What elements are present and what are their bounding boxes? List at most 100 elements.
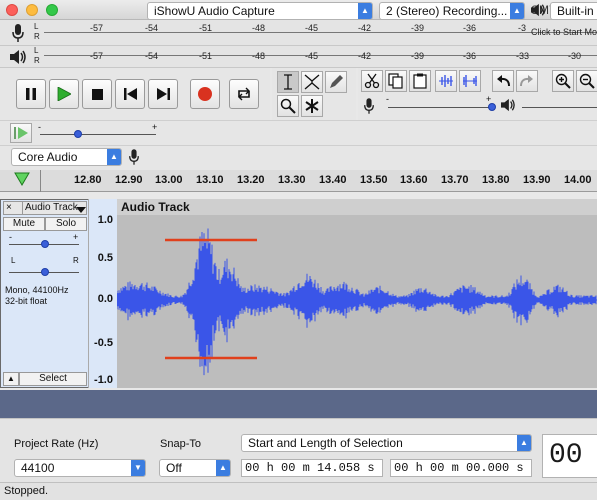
playback-meter-toolbar: LR -57 -54 -51 -48 -45 -42 -39 -36 -33 -… bbox=[0, 46, 597, 68]
ruler-label: 12.90 bbox=[115, 174, 143, 186]
meter-tick: -42 bbox=[358, 23, 372, 33]
draw-tool-button[interactable] bbox=[325, 71, 347, 93]
stop-icon bbox=[91, 88, 103, 100]
skip-to-start-icon bbox=[123, 88, 137, 100]
speaker-icon[interactable] bbox=[6, 46, 30, 68]
loop-button[interactable] bbox=[229, 79, 259, 109]
ruler-label: 14.00 bbox=[564, 174, 592, 186]
project-rate-select[interactable]: 44100 ▼ bbox=[14, 459, 146, 477]
skip-to-end-icon bbox=[156, 88, 170, 100]
close-window-icon[interactable] bbox=[6, 4, 18, 16]
empty-track-area[interactable] bbox=[0, 390, 597, 418]
zoom-window-icon[interactable] bbox=[46, 4, 58, 16]
playback-volume-track[interactable] bbox=[522, 107, 597, 108]
recording-channels-select[interactable]: 2 (Stereo) Recording... ▲ bbox=[379, 2, 525, 20]
zoom-in-button[interactable] bbox=[552, 70, 574, 92]
gain-slider[interactable] bbox=[41, 240, 49, 248]
microphone-icon[interactable] bbox=[6, 22, 30, 44]
tools-toolbar bbox=[272, 68, 356, 120]
edit-toolbar bbox=[358, 68, 597, 94]
pinned-play-head-icon[interactable] bbox=[14, 172, 30, 189]
close-track-icon[interactable]: × bbox=[6, 202, 12, 214]
timeline-ruler[interactable]: 12.80 12.90 13.00 13.10 13.20 13.30 13.4… bbox=[0, 170, 597, 192]
ruler-label: 12.80 bbox=[74, 174, 102, 186]
recording-device-select[interactable]: iShowU Audio Capture ▲ bbox=[147, 2, 373, 20]
audio-position-display[interactable]: 00 h bbox=[542, 434, 597, 478]
selection-tool-button[interactable] bbox=[277, 71, 299, 93]
mute-button[interactable]: Mute bbox=[3, 217, 45, 231]
redo-button[interactable] bbox=[516, 70, 538, 92]
zoom-out-button[interactable] bbox=[576, 70, 597, 92]
selection-mode-select[interactable]: Start and Length of Selection ▲ bbox=[241, 434, 532, 452]
track-header: × Audio Track bbox=[3, 201, 87, 215]
stop-button[interactable] bbox=[82, 79, 112, 109]
recording-volume-slider[interactable] bbox=[488, 103, 496, 111]
envelope-tool-button[interactable] bbox=[301, 71, 323, 93]
skip-to-end-button[interactable] bbox=[148, 79, 178, 109]
play-button[interactable] bbox=[49, 79, 79, 109]
ruler-label: 13.40 bbox=[319, 174, 347, 186]
selection-toolbar: Project Rate (Hz) 44100 ▼ Snap-To Off ▲ St… bbox=[0, 418, 597, 482]
mixer-toolbar: - + bbox=[358, 94, 597, 120]
amplitude-label: 0.0 bbox=[97, 293, 113, 305]
pause-icon bbox=[26, 88, 36, 100]
play-icon bbox=[57, 87, 71, 101]
i-beam-icon bbox=[284, 74, 292, 90]
multi-tool-button[interactable] bbox=[301, 95, 323, 117]
play-at-speed-icon bbox=[14, 127, 28, 139]
record-meter-hint[interactable]: Click to Start Mo bbox=[531, 27, 597, 37]
meter-tick: -57 bbox=[90, 23, 104, 33]
skip-to-start-button[interactable] bbox=[115, 79, 145, 109]
speaker-icon bbox=[500, 98, 516, 115]
selection-length-time[interactable]: 00 h 00 m 00.000 s bbox=[390, 459, 532, 477]
track-info: Mono, 44100Hz 32-bit float bbox=[5, 285, 69, 306]
zoom-tool-button[interactable] bbox=[277, 95, 299, 117]
select-track-button[interactable]: Select bbox=[19, 372, 87, 386]
waveform-area[interactable] bbox=[116, 199, 597, 388]
meter-tick: -42 bbox=[358, 51, 372, 61]
meter-channel-labels: LR bbox=[34, 22, 40, 41]
play-at-speed-button[interactable] bbox=[10, 123, 32, 143]
pan-slider[interactable] bbox=[41, 268, 49, 276]
meter-tick: -45 bbox=[305, 23, 319, 33]
silence-button[interactable] bbox=[459, 70, 481, 92]
meter-tick: -54 bbox=[145, 23, 159, 33]
playback-device-select[interactable]: Built-in bbox=[550, 2, 597, 20]
paste-button[interactable] bbox=[409, 70, 431, 92]
speed-slider[interactable] bbox=[74, 130, 82, 138]
gain-min-label: - bbox=[9, 232, 12, 242]
undo-button[interactable] bbox=[492, 70, 514, 92]
meter-tick: -57 bbox=[90, 51, 104, 61]
meter-tick: -51 bbox=[199, 23, 213, 33]
solo-button[interactable]: Solo bbox=[45, 217, 87, 231]
chevron-down-icon[interactable] bbox=[76, 205, 86, 217]
selection-start-time[interactable]: 00 h 00 m 14.058 s bbox=[241, 459, 383, 477]
microphone-icon bbox=[128, 148, 140, 169]
amplitude-label: 0.5 bbox=[97, 252, 113, 264]
track-name-menu[interactable]: Audio Track bbox=[25, 202, 78, 214]
trim-button[interactable] bbox=[435, 70, 457, 92]
ruler-label: 13.50 bbox=[360, 174, 388, 186]
snap-to-select[interactable]: Off ▲ bbox=[159, 459, 231, 477]
cut-button[interactable] bbox=[361, 70, 383, 92]
minimize-window-icon[interactable] bbox=[26, 4, 38, 16]
trim-audio-icon bbox=[439, 75, 453, 87]
ruler-label: 13.00 bbox=[155, 174, 183, 186]
redo-icon bbox=[520, 75, 533, 87]
meter-tick: -30 bbox=[568, 51, 582, 61]
meter-tick: -48 bbox=[252, 51, 266, 61]
collapse-track-button[interactable]: ▲ bbox=[3, 372, 19, 386]
record-icon bbox=[198, 87, 212, 101]
audio-host-select[interactable]: Core Audio ▲ bbox=[11, 148, 122, 166]
record-button[interactable] bbox=[190, 79, 220, 109]
project-rate-label: Project Rate (Hz) bbox=[14, 438, 99, 450]
copy-button[interactable] bbox=[385, 70, 407, 92]
meter-channel-labels: LR bbox=[34, 46, 40, 65]
chevron-down-icon: ▲ bbox=[216, 460, 230, 476]
slider-max-label: + bbox=[152, 122, 158, 132]
meter-tick: -48 bbox=[252, 23, 266, 33]
scissors-icon bbox=[364, 73, 380, 89]
meter-tick: -39 bbox=[411, 23, 425, 33]
pause-button[interactable] bbox=[16, 79, 46, 109]
ruler-label: 13.30 bbox=[278, 174, 306, 186]
